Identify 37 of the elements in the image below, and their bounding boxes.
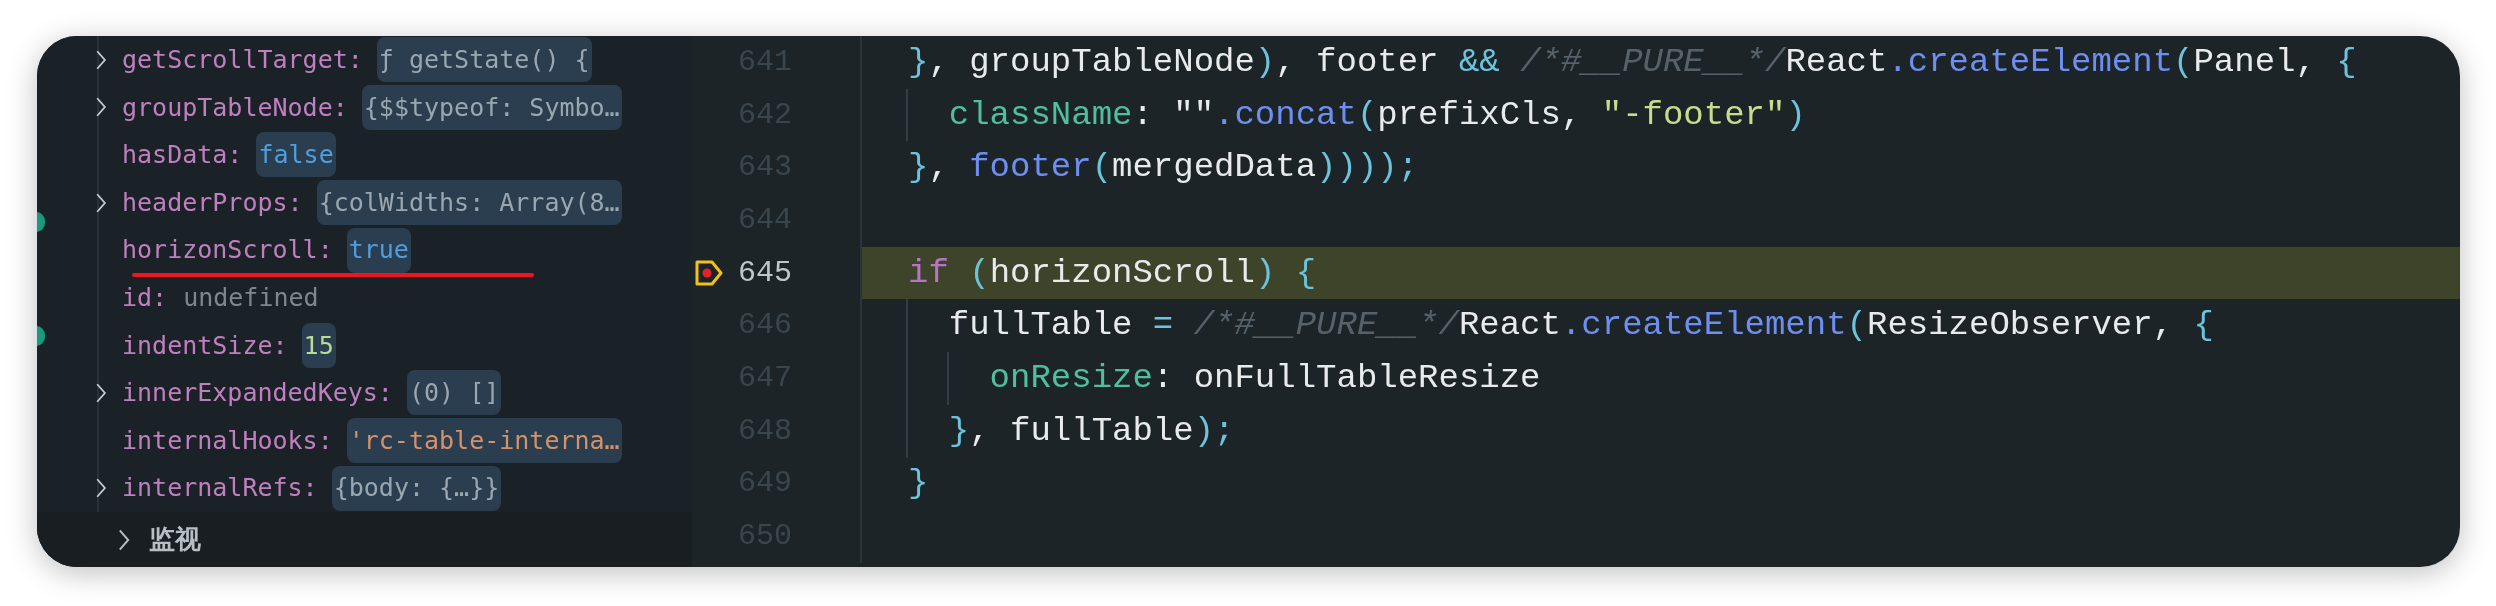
variable-name: groupTableNode: bbox=[122, 91, 348, 124]
variable-name: horizonScroll: bbox=[122, 234, 333, 267]
variable-name: hasData: bbox=[122, 139, 243, 172]
code-line: onResize: onFullTableResize bbox=[988, 357, 1541, 399]
expand-chevron-icon[interactable] bbox=[95, 48, 108, 71]
line-number: 645 bbox=[737, 254, 792, 292]
variable-value: true bbox=[346, 227, 411, 273]
variable-value: undefined bbox=[182, 282, 320, 314]
variable-name: innerExpandedKeys: bbox=[122, 377, 393, 410]
variable-value: {$$typeof: Symbo… bbox=[361, 84, 622, 130]
code-line: }, groupTableNode), footer && /*#__PURE__*/React.createElement(Panel, { bbox=[908, 41, 2357, 83]
variable-name: id: bbox=[122, 282, 168, 314]
variable-name: indentSize: bbox=[122, 329, 288, 362]
expand-chevron-icon[interactable] bbox=[95, 477, 108, 500]
code-line: } bbox=[908, 463, 929, 505]
variable-value: 'rc-table-interna… bbox=[346, 418, 622, 464]
variable-name: internalRefs: bbox=[122, 472, 318, 505]
variable-value: {colWidths: Array(8… bbox=[316, 180, 622, 226]
variable-name: getScrollTarget: bbox=[122, 44, 363, 77]
variable-value: (0) [] bbox=[406, 370, 502, 416]
variable-value: ƒ getState() { bbox=[376, 37, 592, 83]
variable-name: internalHooks: bbox=[122, 424, 333, 457]
code-line: fullTable = /*#__PURE__*/React.createElement(ResizeObserver, { bbox=[947, 305, 2214, 347]
expand-chevron-icon[interactable] bbox=[95, 191, 108, 214]
watch-section-header[interactable]: 监视 bbox=[37, 512, 692, 567]
code-line: if (horizonScroll) { bbox=[908, 252, 1317, 294]
code-line: }, fullTable); bbox=[947, 410, 1235, 452]
variable-value: false bbox=[256, 132, 336, 178]
variable-value: {body: {…}} bbox=[331, 465, 502, 511]
expand-chevron-icon[interactable] bbox=[95, 381, 108, 404]
code-line: }, footer(mergedData)))); bbox=[908, 147, 1419, 189]
variable-value: 15 bbox=[301, 322, 336, 368]
variable-name: headerProps: bbox=[122, 186, 303, 219]
expand-chevron-icon[interactable] bbox=[95, 96, 108, 119]
breakpoint-icon[interactable] bbox=[694, 259, 724, 288]
watch-section-label: 监视 bbox=[149, 523, 201, 556]
code-line: className: "".concat(prefixCls, "-footer") bbox=[947, 94, 1806, 136]
